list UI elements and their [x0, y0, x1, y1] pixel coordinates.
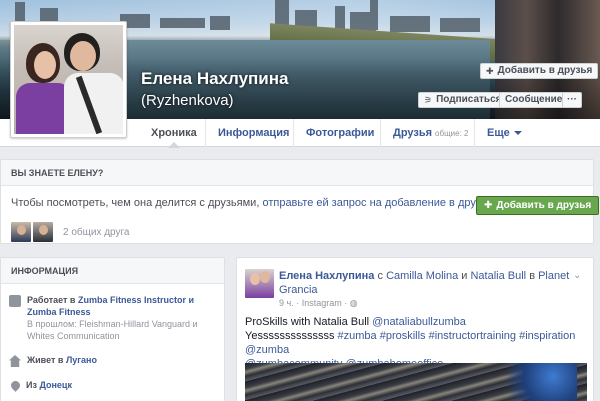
profile-name[interactable]: Елена Нахлупина [141, 69, 288, 89]
from-link[interactable]: Донецк [39, 380, 72, 390]
past-work-prefix: В прошлом: [27, 319, 77, 329]
timeline-post: Елена Нахлупина с Camilla Molina и Natal… [236, 257, 594, 401]
more-dots-icon: ··· [567, 94, 577, 105]
tab-more-label: Еще [487, 127, 510, 139]
post-text-line-1: ProSkills with Natalia Bull [245, 316, 373, 328]
add-friend-green-button[interactable]: ✚ Добавить в друзья [476, 196, 600, 215]
intro-card: ИНФОРМАЦИЯ Работает в Zumba Fitness Inst… [0, 257, 225, 401]
rss-icon: ⚞ [424, 95, 433, 105]
post-in-word: в [529, 270, 536, 282]
hashtag-links[interactable]: #zumba #proskills #instructortraining #i… [338, 330, 576, 342]
globe-icon: ◍ [349, 298, 358, 308]
tagged-friend-link[interactable]: Camilla Molina [386, 270, 458, 282]
post-photo[interactable] [245, 363, 587, 401]
add-friend-label: Добавить в друзья [497, 65, 593, 76]
tab-photos[interactable]: Фотографии [293, 119, 386, 147]
chevron-down-icon [513, 131, 522, 136]
tab-friends[interactable]: Друзья общие: 2 [380, 119, 480, 147]
profile-picture[interactable] [10, 21, 127, 138]
tab-photos-label: Фотографии [306, 127, 375, 139]
post-with-word: с [377, 270, 384, 282]
follow-button[interactable]: ⚞ Подписаться [418, 92, 508, 108]
briefcase-icon [9, 295, 21, 307]
mention-link[interactable]: @nataliabullzumba [372, 316, 466, 328]
message-button[interactable]: Сообщение [499, 92, 569, 108]
mutual-friends: 2 общих друга [11, 222, 130, 242]
post-meta: 9 ч. · Instagram · ◍ [279, 298, 358, 308]
mutual-friend-avatar[interactable] [11, 222, 31, 242]
add-friend-icon: ✚ [484, 200, 493, 211]
lives-in-info: Живет в Лугано [9, 354, 97, 367]
lives-in-link[interactable]: Лугано [66, 355, 97, 365]
profile-alternate-name: (Ryzhenkova) [141, 92, 234, 109]
mutual-friend-avatar[interactable] [33, 222, 53, 242]
post-header: Елена Нахлупина с Camilla Molina и Natal… [279, 269, 579, 297]
add-friend-green-label: Добавить в друзья [496, 200, 592, 211]
post-timestamp[interactable]: 9 ч. [279, 298, 294, 308]
tab-friends-label: Друзья [393, 127, 433, 139]
do-you-know-card: ВЫ ЗНАЕТЕ ЕЛЕНУ? Чтобы посмотреть, чем о… [0, 159, 600, 244]
work-info: Работает в Zumba Fitness Instructor и Zu… [9, 294, 219, 342]
do-you-know-text-prefix: Чтобы посмотреть, чем она делится с друз… [11, 197, 263, 209]
tab-friends-mutual-count: общие: 2 [435, 129, 469, 138]
profile-photo [14, 25, 123, 134]
from-prefix: Из [26, 380, 37, 390]
intro-title: ИНФОРМАЦИЯ [1, 258, 224, 284]
tagged-friend-link[interactable]: Natalia Bull [470, 270, 526, 282]
send-friend-request-link[interactable]: отправьте ей запрос на добавление в друз… [262, 197, 492, 209]
follow-label: Подписаться [436, 94, 502, 105]
post-and-word: и [461, 270, 468, 282]
add-friend-icon: ✚ [486, 66, 494, 76]
do-you-know-title: ВЫ ЗНАЕТЕ ЕЛЕНУ? [1, 160, 593, 186]
post-author-avatar[interactable] [245, 269, 274, 298]
more-options-button[interactable]: ··· [562, 92, 582, 108]
post-text-line-2: Yessssssssssssss [245, 330, 338, 342]
home-icon [9, 355, 21, 367]
add-friend-button[interactable]: ✚ Добавить в друзья [480, 63, 599, 79]
work-info-text: Работает в Zumba Fitness Instructor и Zu… [27, 294, 219, 342]
message-label: Сообщение [505, 94, 563, 105]
from-info: Из Донецк [9, 379, 72, 392]
tab-timeline-label: Хроника [151, 127, 197, 139]
location-pin-icon [9, 379, 22, 392]
mutual-friends-count[interactable]: 2 общих друга [63, 227, 130, 238]
tab-more[interactable]: Еще [474, 119, 534, 147]
do-you-know-text: Чтобы посмотреть, чем она делится с друз… [11, 197, 496, 209]
work-prefix: Работает в [27, 295, 76, 305]
lives-in-prefix: Живет в [27, 355, 64, 365]
tab-timeline[interactable]: Хроника [139, 119, 209, 148]
mention-link[interactable]: @zumba [245, 344, 289, 356]
post-options-chevron-icon[interactable]: ⌄ [573, 270, 585, 282]
tab-about-label: Информация [218, 127, 290, 139]
post-author-link[interactable]: Елена Нахлупина [279, 270, 374, 282]
post-source[interactable]: Instagram [302, 298, 342, 308]
tab-about[interactable]: Информация [205, 119, 301, 147]
